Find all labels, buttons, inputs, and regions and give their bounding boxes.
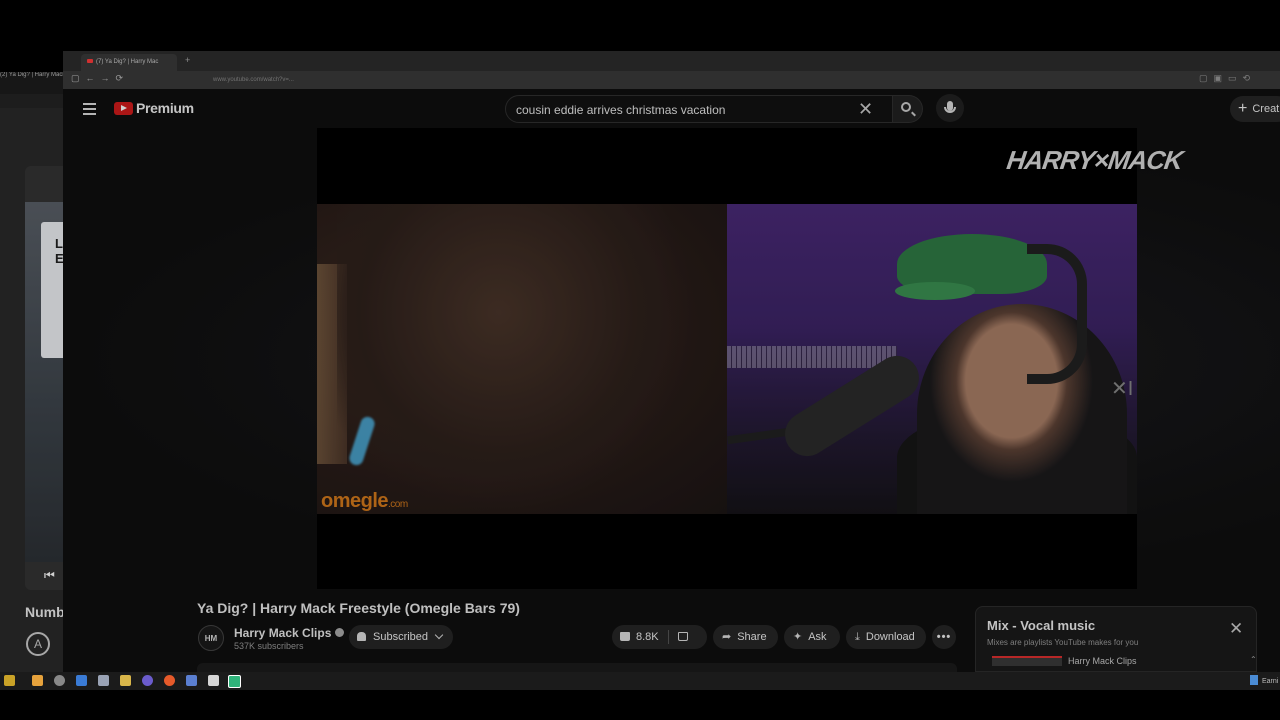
previous-track-icon[interactable]: ⏮: [44, 568, 55, 583]
background-video-card[interactable]: L E: [25, 166, 64, 590]
youtube-logo-icon[interactable]: [114, 102, 133, 115]
earnings-icon: [1250, 675, 1258, 685]
channel-name[interactable]: Harry Mack Clips: [234, 626, 345, 640]
chevron-down-icon: [434, 630, 444, 640]
active-app-icon[interactable]: [228, 675, 241, 688]
tab-bar: (7) Ya Dig? | Harry Mac +: [63, 51, 1280, 71]
more-actions-button[interactable]: •••: [932, 625, 956, 649]
youtube-header: Premium cousin eddie arrives christmas v…: [63, 89, 1280, 129]
channel-logo-icon: A: [26, 632, 50, 656]
download-label: Download: [865, 631, 915, 643]
address-bar: ▢←→⟳ www.youtube.com/watch?v=... ▢▣▭⟲: [63, 71, 1280, 89]
like-button[interactable]: 8.8K: [612, 625, 668, 649]
thumbs-down-icon: [678, 632, 688, 641]
nav-buttons-icon[interactable]: ▢←→⟳: [71, 73, 129, 84]
search-box[interactable]: cousin eddie arrives christmas vacation …: [505, 95, 893, 123]
taskbar-widget-label: Earni: [1262, 678, 1279, 685]
vscode-app-icon[interactable]: [76, 675, 87, 686]
harry-mack-camera: [727, 204, 1137, 514]
verified-icon: [335, 628, 345, 637]
omegle-stranger-video: omegle.com: [317, 204, 727, 514]
share-button[interactable]: ➦ Share: [713, 625, 778, 649]
create-button[interactable]: + Creat: [1230, 96, 1280, 122]
background-url: [0, 94, 64, 108]
notes-app-icon[interactable]: [32, 675, 43, 686]
channel-avatar[interactable]: HM: [198, 625, 224, 651]
document-app-icon[interactable]: [98, 675, 109, 686]
video-title: Ya Dig? | Harry Mack Freestyle (Omegle B…: [197, 600, 520, 616]
headphones: [1027, 244, 1087, 384]
background-window: (2) Ya Dig? | Harry Mack L E ⏮ Numb A: [0, 72, 65, 672]
browser-toolbar-icons[interactable]: ▢▣▭⟲: [1199, 73, 1256, 84]
settings-app-icon[interactable]: [54, 675, 65, 686]
discord-app-icon[interactable]: [142, 675, 153, 686]
omegle-word: omegle: [321, 490, 389, 512]
mix-playlist-panel: Mix - Vocal music Mixes are playlists Yo…: [975, 606, 1257, 672]
youtube-favicon-icon: [87, 59, 93, 63]
clear-search-icon[interactable]: ✕: [858, 99, 873, 120]
rapper-face: [917, 304, 1127, 514]
thumbs-up-icon: [620, 632, 630, 641]
bell-icon: [357, 632, 366, 641]
omegle-suffix: .com: [388, 499, 408, 510]
like-divider: [668, 630, 669, 644]
search-icon: [901, 102, 911, 112]
like-count: 8.8K: [636, 631, 659, 643]
omegle-watermark: omegle.com: [321, 490, 408, 513]
mix-title[interactable]: Mix - Vocal music: [987, 618, 1095, 633]
share-label: Share: [737, 631, 767, 643]
keyboard-backdrop: [727, 346, 897, 368]
like-dislike-group: 8.8K: [612, 625, 707, 649]
voice-search-button[interactable]: [936, 94, 964, 122]
chevron-up-icon[interactable]: ⌃: [1250, 655, 1257, 664]
folder-app-icon[interactable]: [120, 675, 131, 686]
mix-subtitle: Mixes are playlists YouTube makes for yo…: [987, 638, 1139, 647]
microphone-stand: [944, 107, 956, 113]
ask-label: Ask: [808, 631, 827, 643]
background-tab[interactable]: (2) Ya Dig? | Harry Mack: [0, 72, 64, 94]
shield-app-icon[interactable]: [186, 675, 197, 686]
os-taskbar: Earni: [0, 672, 1280, 690]
new-tab-button[interactable]: +: [185, 55, 190, 65]
stranger-hair: [337, 204, 697, 514]
create-label: Creat: [1252, 103, 1280, 115]
background-card-text: L E: [41, 222, 64, 358]
channel-name-text: Harry Mack Clips: [234, 626, 332, 640]
dislike-button[interactable]: [678, 625, 694, 649]
firefox-app-icon[interactable]: [164, 675, 175, 686]
plus-icon: +: [1238, 100, 1248, 117]
watermark-icon: ✕I: [1111, 378, 1134, 400]
background-video-title: Numb: [25, 604, 65, 620]
harry-mack-logo: HARRY×MACK: [1004, 145, 1185, 175]
video-player[interactable]: HARRY×MACK omegle.com ✕I: [317, 128, 1184, 589]
tab-title: (7) Ya Dig? | Harry Mac: [96, 59, 159, 65]
taskbar-widget[interactable]: Earni: [1250, 675, 1278, 685]
mix-item-thumbnail[interactable]: [992, 656, 1062, 666]
subscribed-label: Subscribed: [373, 631, 429, 643]
browser-tab[interactable]: (7) Ya Dig? | Harry Mac: [81, 54, 177, 71]
menu-icon[interactable]: [83, 103, 96, 115]
subscriber-count: 537K subscribers: [234, 641, 304, 651]
url-field[interactable]: www.youtube.com/watch?v=...: [213, 74, 533, 86]
share-icon: ➦: [722, 631, 732, 643]
file-app-icon[interactable]: [208, 675, 219, 686]
ask-button[interactable]: ✦ Ask: [784, 625, 840, 649]
cap-brim: [895, 282, 975, 300]
download-button[interactable]: ⤓ Download: [846, 625, 926, 649]
description-box[interactable]: [197, 663, 957, 672]
download-icon: ⤓: [855, 631, 860, 643]
browser-window: (7) Ya Dig? | Harry Mac + ▢←→⟳ www.youtu…: [63, 51, 1280, 672]
search-input[interactable]: cousin eddie arrives christmas vacation: [516, 103, 725, 117]
search-button[interactable]: [893, 95, 923, 123]
youtube-premium-label[interactable]: Premium: [136, 100, 194, 116]
close-icon[interactable]: ✕: [1229, 619, 1243, 639]
subscribed-button[interactable]: Subscribed: [349, 625, 453, 649]
sparkle-icon: ✦: [793, 631, 803, 643]
mix-item-channel[interactable]: Harry Mack Clips: [1068, 656, 1137, 666]
start-icon[interactable]: [4, 675, 15, 686]
